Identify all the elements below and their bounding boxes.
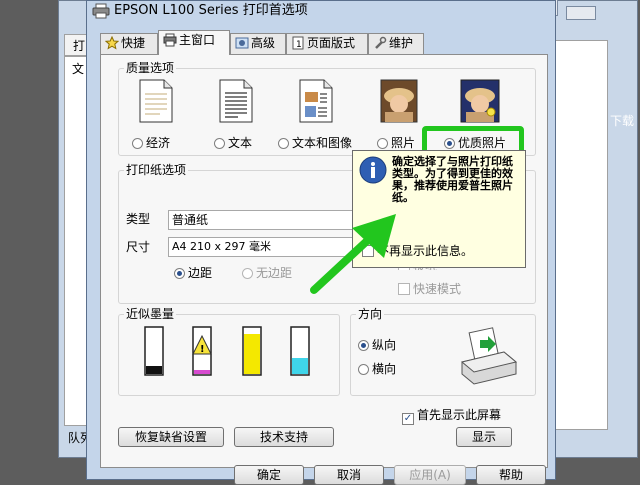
ink-magenta-icon: ! xyxy=(192,326,212,376)
background-right-panel xyxy=(548,40,608,430)
portrait-radio[interactable]: 纵向 xyxy=(358,338,396,352)
radio-dot xyxy=(278,138,289,149)
tab-main[interactable]: 主窗口 xyxy=(158,30,230,55)
quality-text-image-radio[interactable]: 文本和图像 xyxy=(278,136,352,150)
star-icon xyxy=(104,35,120,50)
info-icon xyxy=(359,156,387,184)
radio-label: 文本 xyxy=(228,136,253,150)
radio-label: 横向 xyxy=(372,362,397,376)
window-title: EPSON L100 Series 打印首选项 xyxy=(114,3,308,18)
radio-dot xyxy=(242,268,253,279)
tech-support-button[interactable]: 技术支持 xyxy=(234,427,334,447)
radio-label: 纵向 xyxy=(372,338,397,352)
tab-page-layout[interactable]: 1 页面版式 xyxy=(286,33,368,54)
tab-label: 主窗口 xyxy=(179,33,216,47)
printer-icon xyxy=(163,33,177,47)
landscape-radio[interactable]: 横向 xyxy=(358,362,396,376)
page-icon: 1 xyxy=(292,36,304,50)
border-radio[interactable]: 边距 xyxy=(174,266,212,280)
show-settings-button[interactable]: 显示 xyxy=(456,427,512,447)
ink-levels-legend: 近似墨量 xyxy=(124,307,177,321)
tab-label: 高级 xyxy=(251,36,276,50)
economy-doc-icon[interactable] xyxy=(136,78,176,124)
radio-label: 边距 xyxy=(188,266,213,280)
background-window-control[interactable] xyxy=(566,6,596,20)
tooltip-text: 确定选择了与照片打印纸类型。为了得到更佳的效果，推荐使用爱普生照片纸。 xyxy=(392,155,513,204)
tab-label: 页面版式 xyxy=(307,36,356,50)
radio-dot xyxy=(132,138,143,149)
svg-text:!: ! xyxy=(200,344,205,355)
ink-cyan-icon xyxy=(290,326,310,376)
tab-label: 维护 xyxy=(389,36,414,50)
tab-quick[interactable]: 快捷 xyxy=(100,33,158,54)
apply-button[interactable]: 应用(A) xyxy=(394,465,466,485)
background-right-label: 下载 xyxy=(610,114,635,128)
restore-defaults-button[interactable]: 恢复缺省设置 xyxy=(118,427,224,447)
tab-label: 快捷 xyxy=(121,36,146,50)
radio-label: 文本和图像 xyxy=(292,136,353,150)
borderless-radio[interactable]: 无边距 xyxy=(242,266,292,280)
text-doc-icon[interactable] xyxy=(216,78,256,124)
tab-maintenance[interactable]: 维护 xyxy=(368,33,424,54)
checkbox-label: 首先显示此屏幕 xyxy=(417,408,502,422)
quality-economy-radio[interactable]: 经济 xyxy=(132,136,170,150)
green-arrow-annotation xyxy=(306,206,402,296)
paper-options-legend: 打印纸选项 xyxy=(124,163,189,177)
paper-type-label: 类型 xyxy=(126,212,151,226)
photo-icon[interactable] xyxy=(379,78,419,124)
radio-dot xyxy=(358,364,369,375)
checkbox-label: 快速模式 xyxy=(413,282,462,296)
orientation-printer-icon xyxy=(458,326,520,386)
svg-text:1: 1 xyxy=(296,40,302,50)
tab-advanced[interactable]: 高级 xyxy=(230,33,286,54)
radio-label: 照片 xyxy=(391,136,416,150)
ink-black-icon xyxy=(144,326,164,376)
radio-dot xyxy=(214,138,225,149)
radio-label: 经济 xyxy=(146,136,171,150)
quality-options-legend: 质量选项 xyxy=(124,61,177,75)
text-image-doc-icon[interactable] xyxy=(296,78,336,124)
radio-dot xyxy=(358,340,369,351)
cancel-button[interactable]: 取消 xyxy=(314,465,384,485)
radio-dot xyxy=(377,138,388,149)
ink-yellow-icon xyxy=(242,326,262,376)
fine-photo-icon[interactable] xyxy=(459,78,501,124)
radio-dot xyxy=(174,268,185,279)
radio-label: 无边距 xyxy=(256,266,293,280)
checkbox-box: ✓ xyxy=(402,413,414,425)
wrench-icon xyxy=(375,36,387,49)
quick-mode-checkbox[interactable]: 快速模式 xyxy=(398,282,461,296)
printer-icon xyxy=(92,3,110,19)
orientation-legend: 方向 xyxy=(356,307,385,321)
show-first-checkbox[interactable]: ✓ 首先显示此屏幕 xyxy=(402,408,501,425)
paper-size-label: 尺寸 xyxy=(126,240,151,254)
ok-button[interactable]: 确定 xyxy=(234,465,304,485)
quality-text-radio[interactable]: 文本 xyxy=(214,136,252,150)
quality-photo-radio[interactable]: 照片 xyxy=(377,136,415,150)
gear-icon xyxy=(235,37,249,49)
help-button[interactable]: 帮助 xyxy=(476,465,546,485)
